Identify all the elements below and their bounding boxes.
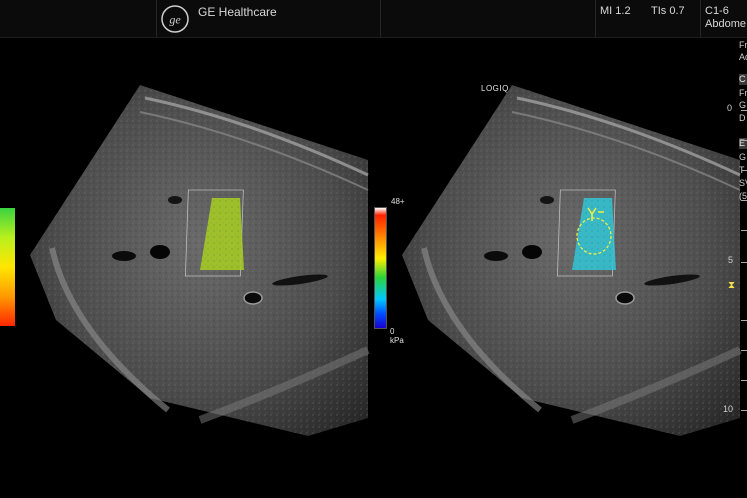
depth-tick [741, 230, 747, 231]
logiq-label: LOGIQ [481, 84, 509, 93]
depth-tick [741, 410, 747, 411]
depth-mark-0: 0 [727, 103, 733, 113]
scale-max-label: 48+ [391, 197, 405, 206]
param-item: Fr [739, 88, 747, 98]
depth-mark-5: 5 [728, 255, 734, 265]
depth-tick [741, 140, 747, 141]
stiffness-color-scale [374, 207, 387, 329]
param-item: D [739, 113, 746, 123]
left-color-scale [0, 208, 15, 326]
depth-tick [741, 170, 747, 171]
depth-tick [741, 200, 747, 201]
param-item: Fr [739, 40, 747, 50]
right-scan-sector [402, 85, 742, 436]
depth-tick [741, 262, 747, 263]
depth-mark-10: 10 [723, 404, 734, 414]
scale-min-label: 0 kPa [390, 327, 404, 345]
depth-tick [741, 380, 747, 381]
scale-unit: kPa [390, 336, 404, 345]
param-item: C [739, 74, 747, 85]
depth-tick [741, 320, 747, 321]
depth-tick [741, 350, 747, 351]
param-item: G [739, 100, 747, 110]
scale-min-value: 0 [390, 327, 395, 336]
param-item: G [739, 152, 747, 162]
focus-marker-icon: ⧗ [728, 280, 736, 291]
depth-tick [741, 110, 747, 111]
param-item: SV [739, 178, 747, 188]
left-scan-sector [30, 85, 370, 436]
param-item: Ad [739, 52, 747, 62]
